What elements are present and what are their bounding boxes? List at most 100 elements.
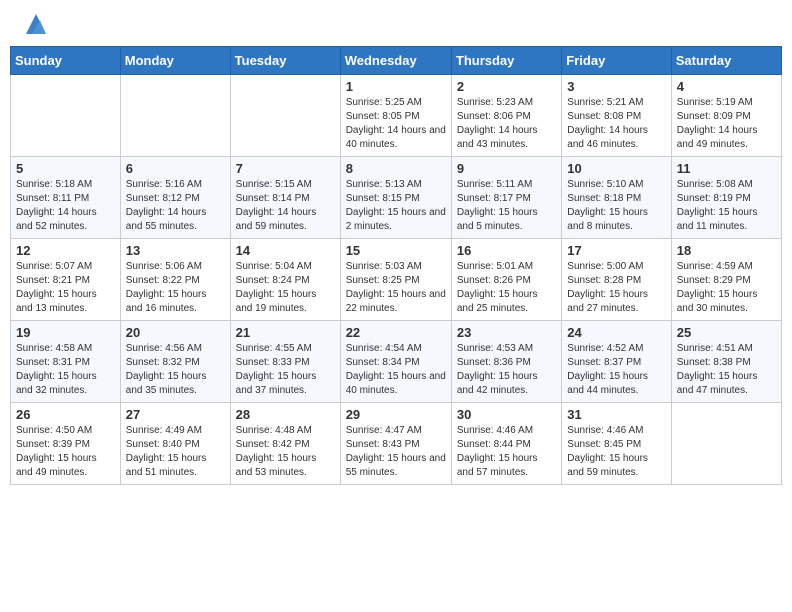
day-info: Sunrise: 4:52 AMSunset: 8:37 PMDaylight:…	[567, 342, 665, 398]
day-number: 11	[677, 161, 776, 176]
calendar-cell: 29 Sunrise: 4:47 AMSunset: 8:43 PMDayligh…	[340, 403, 451, 485]
day-number: 23	[457, 325, 556, 340]
calendar-cell: 14Sunrise: 5:04 AMSunset: 8:24 PMDayligh…	[230, 239, 340, 321]
weekday-header: Saturday	[671, 47, 781, 75]
calendar-header-row: SundayMondayTuesdayWednesdayThursdayFrid…	[11, 47, 782, 75]
calendar-cell	[230, 75, 340, 157]
calendar-wrapper: SundayMondayTuesdayWednesdayThursdayFrid…	[0, 46, 792, 495]
calendar-cell: 12Sunrise: 5:07 AMSunset: 8:21 PMDayligh…	[11, 239, 121, 321]
calendar-cell: 2 Sunrise: 5:23 AMSunset: 8:06 PMDaylight…	[451, 75, 561, 157]
calendar-cell: 1 Sunrise: 5:25 AMSunset: 8:05 PMDaylight…	[340, 75, 451, 157]
day-info: Sunrise: 4:54 AMSunset: 8:34 PMDaylight:…	[346, 342, 446, 398]
day-number: 29	[346, 407, 446, 422]
day-info: Sunrise: 5:19 AMSunset: 8:09 PMDaylight:…	[677, 96, 776, 152]
day-number: 3	[567, 79, 665, 94]
day-number: 22	[346, 325, 446, 340]
day-number: 15	[346, 243, 446, 258]
day-info: Sunrise: 4:47 AMSunset: 8:43 PMDaylight:…	[346, 424, 446, 480]
day-number: 26	[16, 407, 115, 422]
weekday-header: Thursday	[451, 47, 561, 75]
day-info: Sunrise: 4:46 AMSunset: 8:45 PMDaylight:…	[567, 424, 665, 480]
day-number: 17	[567, 243, 665, 258]
calendar-cell: 21Sunrise: 4:55 AMSunset: 8:33 PMDayligh…	[230, 321, 340, 403]
day-info: Sunrise: 4:56 AMSunset: 8:32 PMDaylight:…	[126, 342, 225, 398]
day-number: 12	[16, 243, 115, 258]
day-info: Sunrise: 5:18 AMSunset: 8:11 PMDaylight:…	[16, 178, 115, 234]
logo-icon	[22, 10, 50, 38]
day-info: Sunrise: 5:15 AMSunset: 8:14 PMDaylight:…	[236, 178, 335, 234]
day-number: 18	[677, 243, 776, 258]
calendar-cell: 8Sunrise: 5:13 AMSunset: 8:15 PMDaylight…	[340, 157, 451, 239]
day-number: 13	[126, 243, 225, 258]
calendar-cell	[120, 75, 230, 157]
calendar-cell: 22 Sunrise: 4:54 AMSunset: 8:34 PMDayligh…	[340, 321, 451, 403]
calendar-cell: 13 Sunrise: 5:06 AMSunset: 8:22 PMDayligh…	[120, 239, 230, 321]
day-number: 4	[677, 79, 776, 94]
day-number: 9	[457, 161, 556, 176]
weekday-header: Wednesday	[340, 47, 451, 75]
day-info: Sunrise: 5:06 AMSunset: 8:22 PMDaylight:…	[126, 260, 225, 316]
day-info: Sunrise: 5:04 AMSunset: 8:24 PMDaylight:…	[236, 260, 335, 316]
day-info: Sunrise: 4:51 AMSunset: 8:38 PMDaylight:…	[677, 342, 776, 398]
day-number: 5	[16, 161, 115, 176]
day-number: 1	[346, 79, 446, 94]
day-number: 10	[567, 161, 665, 176]
calendar-week-row: 26 Sunrise: 4:50 AMSunset: 8:39 PMDayligh…	[11, 403, 782, 485]
day-info: Sunrise: 4:59 AMSunset: 8:29 PMDaylight:…	[677, 260, 776, 316]
calendar-cell: 18 Sunrise: 4:59 AMSunset: 8:29 PMDayligh…	[671, 239, 781, 321]
day-number: 20	[126, 325, 225, 340]
day-info: Sunrise: 4:58 AMSunset: 8:31 PMDaylight:…	[16, 342, 115, 398]
calendar-cell: 19Sunrise: 4:58 AMSunset: 8:31 PMDayligh…	[11, 321, 121, 403]
day-number: 8	[346, 161, 446, 176]
day-info: Sunrise: 4:48 AMSunset: 8:42 PMDaylight:…	[236, 424, 335, 480]
calendar-week-row: 19Sunrise: 4:58 AMSunset: 8:31 PMDayligh…	[11, 321, 782, 403]
header	[0, 0, 792, 46]
day-info: Sunrise: 5:11 AMSunset: 8:17 PMDaylight:…	[457, 178, 556, 234]
calendar-cell: 11 Sunrise: 5:08 AMSunset: 8:19 PMDayligh…	[671, 157, 781, 239]
weekday-header: Friday	[562, 47, 671, 75]
day-info: Sunrise: 5:08 AMSunset: 8:19 PMDaylight:…	[677, 178, 776, 234]
calendar-cell	[11, 75, 121, 157]
day-number: 27	[126, 407, 225, 422]
calendar-cell	[671, 403, 781, 485]
calendar-cell: 15 Sunrise: 5:03 AMSunset: 8:25 PMDayligh…	[340, 239, 451, 321]
day-info: Sunrise: 4:55 AMSunset: 8:33 PMDaylight:…	[236, 342, 335, 398]
day-info: Sunrise: 5:03 AMSunset: 8:25 PMDaylight:…	[346, 260, 446, 316]
weekday-header: Sunday	[11, 47, 121, 75]
calendar-cell: 7 Sunrise: 5:15 AMSunset: 8:14 PMDaylight…	[230, 157, 340, 239]
day-info: Sunrise: 5:01 AMSunset: 8:26 PMDaylight:…	[457, 260, 556, 316]
day-number: 16	[457, 243, 556, 258]
day-info: Sunrise: 4:53 AMSunset: 8:36 PMDaylight:…	[457, 342, 556, 398]
calendar-cell: 30 Sunrise: 4:46 AMSunset: 8:44 PMDayligh…	[451, 403, 561, 485]
day-info: Sunrise: 4:49 AMSunset: 8:40 PMDaylight:…	[126, 424, 225, 480]
calendar-cell: 31 Sunrise: 4:46 AMSunset: 8:45 PMDayligh…	[562, 403, 671, 485]
day-info: Sunrise: 5:25 AMSunset: 8:05 PMDaylight:…	[346, 96, 446, 152]
calendar-cell: 5 Sunrise: 5:18 AMSunset: 8:11 PMDaylight…	[11, 157, 121, 239]
day-info: Sunrise: 5:16 AMSunset: 8:12 PMDaylight:…	[126, 178, 225, 234]
calendar-cell: 17Sunrise: 5:00 AMSunset: 8:28 PMDayligh…	[562, 239, 671, 321]
calendar-cell: 23 Sunrise: 4:53 AMSunset: 8:36 PMDayligh…	[451, 321, 561, 403]
weekday-header: Tuesday	[230, 47, 340, 75]
day-number: 2	[457, 79, 556, 94]
day-info: Sunrise: 4:50 AMSunset: 8:39 PMDaylight:…	[16, 424, 115, 480]
calendar-cell: 28 Sunrise: 4:48 AMSunset: 8:42 PMDayligh…	[230, 403, 340, 485]
calendar-cell: 26 Sunrise: 4:50 AMSunset: 8:39 PMDayligh…	[11, 403, 121, 485]
day-info: Sunrise: 4:46 AMSunset: 8:44 PMDaylight:…	[457, 424, 556, 480]
calendar-week-row: 12Sunrise: 5:07 AMSunset: 8:21 PMDayligh…	[11, 239, 782, 321]
day-info: Sunrise: 5:23 AMSunset: 8:06 PMDaylight:…	[457, 96, 556, 152]
calendar-cell: 24Sunrise: 4:52 AMSunset: 8:37 PMDayligh…	[562, 321, 671, 403]
day-info: Sunrise: 5:10 AMSunset: 8:18 PMDaylight:…	[567, 178, 665, 234]
day-number: 28	[236, 407, 335, 422]
calendar-cell: 10 Sunrise: 5:10 AMSunset: 8:18 PMDayligh…	[562, 157, 671, 239]
calendar-cell: 20 Sunrise: 4:56 AMSunset: 8:32 PMDayligh…	[120, 321, 230, 403]
calendar-cell: 6 Sunrise: 5:16 AMSunset: 8:12 PMDaylight…	[120, 157, 230, 239]
page-container: SundayMondayTuesdayWednesdayThursdayFrid…	[0, 0, 792, 495]
day-number: 7	[236, 161, 335, 176]
calendar-table: SundayMondayTuesdayWednesdayThursdayFrid…	[10, 46, 782, 485]
day-number: 30	[457, 407, 556, 422]
calendar-cell: 27 Sunrise: 4:49 AMSunset: 8:40 PMDayligh…	[120, 403, 230, 485]
day-number: 6	[126, 161, 225, 176]
weekday-header: Monday	[120, 47, 230, 75]
day-number: 31	[567, 407, 665, 422]
calendar-week-row: 1 Sunrise: 5:25 AMSunset: 8:05 PMDaylight…	[11, 75, 782, 157]
